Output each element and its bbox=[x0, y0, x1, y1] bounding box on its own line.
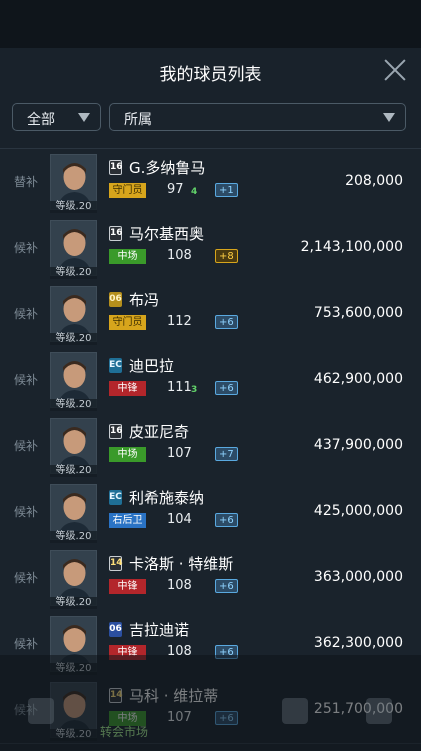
player-row[interactable]: 候补 等级.20 16 马尔基西奥中场 108 +8 2,143,100,000 bbox=[0, 215, 421, 282]
chevron-down-icon bbox=[78, 113, 90, 122]
card-season-badge: EC bbox=[109, 358, 122, 373]
player-value: 362,300,000 bbox=[313, 635, 403, 651]
player-name: 马尔基西奥 bbox=[129, 225, 205, 243]
filter-club-dropdown[interactable]: 所属 bbox=[109, 103, 406, 131]
player-name: 迪巴拉 bbox=[129, 357, 175, 375]
player-value: 363,000,000 bbox=[313, 569, 403, 585]
card-season-badge: 06 bbox=[109, 622, 122, 637]
player-name: 利希施泰纳 bbox=[129, 489, 205, 507]
player-rating: 97 bbox=[167, 182, 184, 197]
card-season-badge: 16 bbox=[109, 424, 123, 439]
player-name: 卡洛斯 · 特维斯 bbox=[129, 555, 234, 573]
player-level: 等级.20 bbox=[50, 465, 97, 477]
player-rating: 108 bbox=[167, 578, 192, 593]
player-level: 等级.20 bbox=[50, 531, 97, 543]
squad-status: 替补 bbox=[14, 175, 39, 189]
upgrade-bonus-badge: +6 bbox=[215, 513, 238, 527]
chevron-down-icon bbox=[383, 113, 395, 122]
squad-status: 候补 bbox=[14, 505, 39, 519]
menu-icon[interactable] bbox=[28, 698, 54, 724]
filter-type-dropdown[interactable]: 全部 bbox=[12, 103, 101, 131]
player-name: 吉拉迪诺 bbox=[129, 621, 190, 639]
player-value: 2,143,100,000 bbox=[300, 239, 403, 255]
settings-icon[interactable] bbox=[366, 698, 392, 724]
upgrade-bonus-badge: +8 bbox=[215, 249, 238, 263]
player-rating: 111 bbox=[167, 380, 192, 395]
player-value: 425,000,000 bbox=[313, 503, 403, 519]
player-row[interactable]: 候补 等级.20 06 布冯守门员 112 +6 753,600,000 bbox=[0, 281, 421, 348]
player-name: 皮亚尼奇 bbox=[129, 423, 190, 441]
position-badge: 中场 bbox=[109, 447, 146, 462]
position-badge: 中锋 bbox=[109, 381, 146, 396]
player-name: G.多纳鲁马 bbox=[129, 159, 206, 177]
player-level: 等级.20 bbox=[50, 399, 97, 411]
upgrade-bonus-badge: +6 bbox=[215, 315, 238, 329]
close-icon[interactable] bbox=[383, 58, 407, 82]
player-level: 等级.20 bbox=[50, 597, 97, 609]
pitch-icon[interactable] bbox=[282, 698, 308, 724]
player-value: 753,600,000 bbox=[313, 305, 403, 321]
upgrade-bonus-badge: +6 bbox=[215, 579, 238, 593]
filter-club-label: 所属 bbox=[124, 112, 152, 128]
position-badge: 中场 bbox=[109, 249, 146, 264]
squad-status: 候补 bbox=[14, 571, 39, 585]
upgrade-bonus-badge: +6 bbox=[215, 381, 238, 395]
top-bar bbox=[0, 0, 421, 48]
player-value: 437,900,000 bbox=[313, 437, 403, 453]
player-row[interactable]: 候补 等级.20 EC 迪巴拉中锋 111 3 +6 462,900,000 bbox=[0, 347, 421, 414]
player-rating: 108 bbox=[167, 248, 192, 263]
squad-status: 候补 bbox=[14, 241, 39, 255]
card-season-badge: 16 bbox=[109, 160, 123, 175]
position-badge: 守门员 bbox=[109, 315, 146, 330]
position-badge: 中锋 bbox=[109, 579, 146, 594]
squad-status: 候补 bbox=[14, 373, 39, 387]
player-rating: 112 bbox=[167, 314, 192, 329]
player-name: 布冯 bbox=[129, 291, 160, 309]
position-badge: 守门员 bbox=[109, 183, 146, 198]
page-title: 我的球员列表 bbox=[159, 65, 262, 85]
player-level: 等级.20 bbox=[50, 333, 97, 345]
player-level: 等级.20 bbox=[50, 267, 97, 279]
transfer-market-nav-label[interactable]: 转会市场 bbox=[100, 723, 148, 740]
player-row[interactable]: 替补 等级.20 16 G.多纳鲁马守门员 97 4 +1 208,000 bbox=[0, 149, 421, 216]
card-season-badge: 14 bbox=[109, 556, 123, 571]
upgrade-bonus-badge: +7 bbox=[215, 447, 238, 461]
card-season-badge: 06 bbox=[109, 292, 122, 307]
bottom-nav-overlay bbox=[0, 655, 421, 750]
squad-status: 候补 bbox=[14, 307, 39, 321]
squad-status: 候补 bbox=[14, 439, 39, 453]
player-row[interactable]: 候补 等级.20 EC 利希施泰纳右后卫 104 +6 425,000,000 bbox=[0, 479, 421, 546]
rating-sub-value: 3 bbox=[191, 385, 198, 395]
player-row[interactable]: 候补 等级.20 14 卡洛斯 · 特维斯中锋 108 +6 363,000,000 bbox=[0, 545, 421, 612]
player-value: 462,900,000 bbox=[313, 371, 403, 387]
player-value: 208,000 bbox=[345, 173, 403, 189]
player-row[interactable]: 候补 等级.20 16 皮亚尼奇中场 107 +7 437,900,000 bbox=[0, 413, 421, 480]
player-rating: 104 bbox=[167, 512, 192, 527]
upgrade-bonus-badge: +1 bbox=[215, 183, 238, 197]
card-season-badge: 16 bbox=[109, 226, 123, 241]
player-rating: 107 bbox=[167, 446, 192, 461]
player-level: 等级.20 bbox=[50, 201, 97, 213]
squad-status: 候补 bbox=[14, 637, 39, 651]
filter-type-label: 全部 bbox=[27, 112, 55, 128]
rating-sub-value: 4 bbox=[191, 187, 198, 197]
card-season-badge: EC bbox=[109, 490, 122, 505]
position-badge: 右后卫 bbox=[109, 513, 146, 528]
